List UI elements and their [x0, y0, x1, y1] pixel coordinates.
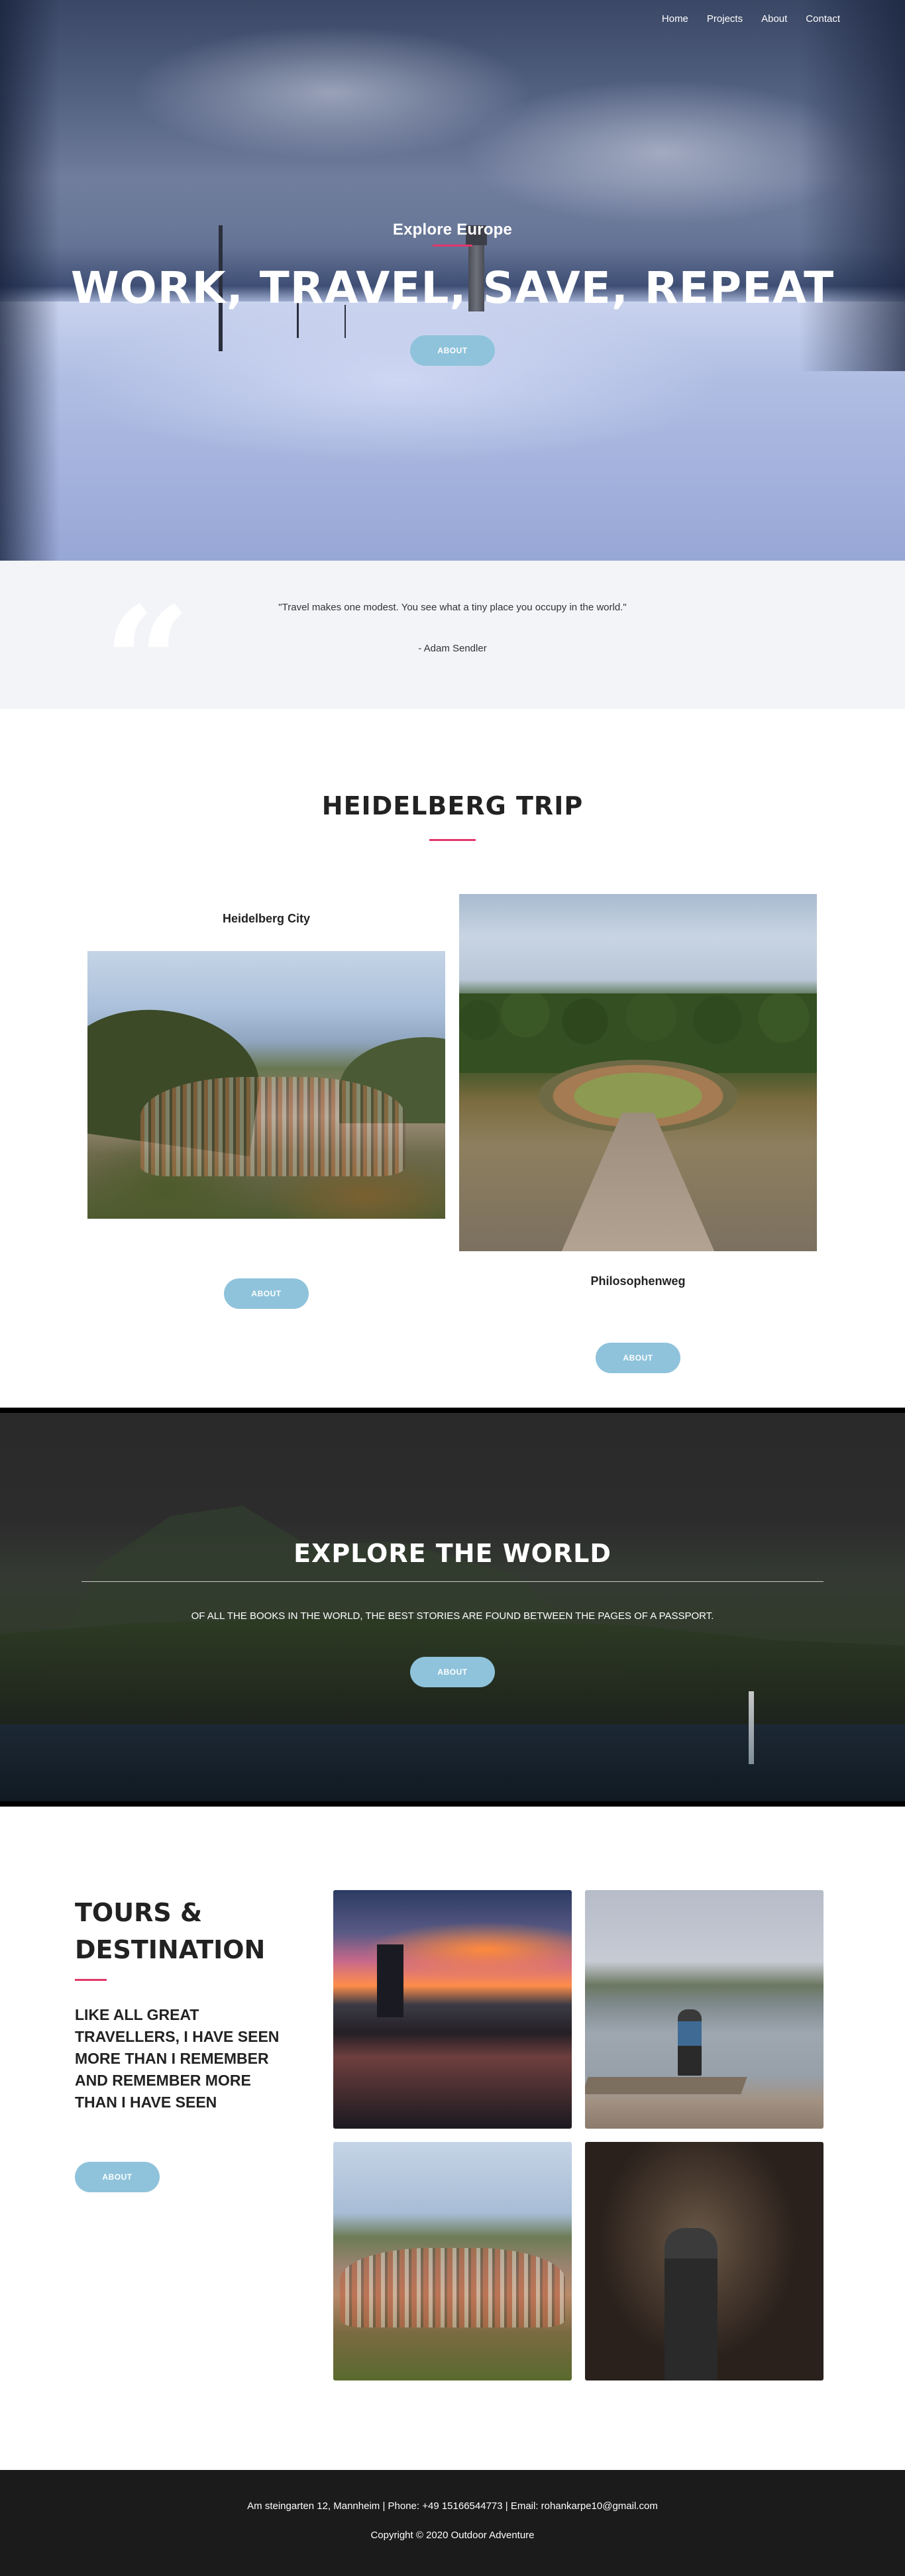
quote-section: “ "Travel makes one modest. You see what… [0, 561, 905, 740]
philosophenweg-photo [459, 894, 817, 1251]
explore-divider [81, 1581, 824, 1582]
gallery-photo-town [333, 2142, 572, 2380]
explore-title: EXPLORE THE WORLD [293, 1539, 612, 1568]
footer-contact: Am steingarten 12, Mannheim | Phone: +49… [247, 2500, 658, 2512]
nav-projects[interactable]: Projects [707, 13, 743, 25]
tours-title: TOURS & DESTINATION [75, 1898, 266, 1964]
explore-text: OF ALL THE BOOKS IN THE WORLD, THE BEST … [191, 1610, 714, 1622]
heidelberg-section: HEIDELBERG TRIP Heidelberg City ABOUT Ph… [0, 709, 905, 1408]
gallery-photo-lake [585, 1890, 824, 2129]
footer-copyright: Copyright © 2020 Outdoor Adventure [370, 2530, 535, 2541]
explore-about-button[interactable]: ABOUT [410, 1657, 495, 1687]
explore-sea [0, 1724, 905, 1801]
explore-section: EXPLORE THE WORLD OF ALL THE BOOKS IN TH… [0, 1408, 905, 1807]
quote-author: - Adam Sendler [418, 643, 487, 654]
hero-content: Explore Europe WORK, TRAVEL, SAVE, REPEA… [0, 221, 905, 366]
tours-quote: LIKE ALL GREAT TRAVELLERS, I HAVE SEEN M… [75, 2006, 280, 2111]
card-label-heidelberg-city: Heidelberg City [222, 912, 311, 925]
title-accent-line [429, 839, 476, 841]
heidelberg-city-photo [87, 951, 445, 1219]
tours-section: TOURS & DESTINATION LIKE ALL GREAT TRAVE… [0, 1807, 905, 2470]
explore-waterfall [749, 1691, 754, 1764]
nav-about[interactable]: About [761, 13, 787, 25]
hero-title: WORK, TRAVEL, SAVE, REPEAT [70, 262, 835, 313]
main-nav: Home Projects About Contact [662, 13, 840, 25]
philosophenweg-about-button[interactable]: ABOUT [596, 1343, 680, 1373]
gallery-photo-cave [585, 2142, 824, 2380]
nav-contact[interactable]: Contact [806, 13, 840, 25]
hero-accent-line [433, 245, 472, 247]
section-title: HEIDELBERG TRIP [321, 791, 584, 820]
gallery-photo-sunset [333, 1890, 572, 2129]
footer: Am steingarten 12, Mannheim | Phone: +49… [0, 2470, 905, 2576]
tours-accent-line [75, 1979, 107, 1981]
card-label-philosophenweg: Philosophenweg [590, 1274, 686, 1288]
tours-about-button[interactable]: ABOUT [75, 2162, 160, 2192]
hero-subtitle: Explore Europe [392, 221, 513, 239]
heidelberg-city-about-button[interactable]: ABOUT [224, 1278, 309, 1309]
quote-text: "Travel makes one modest. You see what a… [278, 602, 627, 613]
nav-home[interactable]: Home [662, 13, 688, 25]
hero-section: Home Projects About Contact Explore Euro… [0, 0, 905, 561]
hero-about-button[interactable]: ABOUT [410, 335, 495, 366]
